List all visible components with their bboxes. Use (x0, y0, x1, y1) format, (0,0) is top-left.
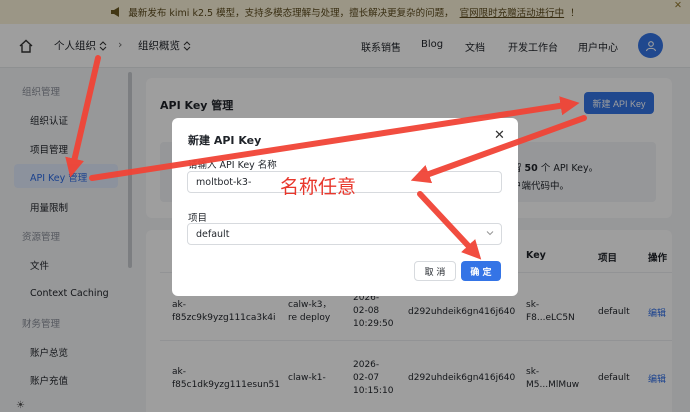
annotation-label: 名称任意 (280, 176, 357, 198)
close-icon[interactable]: ✕ (494, 128, 505, 143)
confirm-button[interactable]: 确 定 (461, 261, 501, 281)
dialog-title: 新建 API Key (188, 134, 262, 147)
name-field-label: 请输入 API Key 名称 (188, 160, 277, 171)
project-select[interactable]: default (187, 223, 502, 245)
project-field-label: 项目 (188, 213, 208, 224)
chevron-down-icon (486, 231, 494, 236)
cancel-button[interactable]: 取 消 (414, 261, 456, 281)
banner-close-icon[interactable]: ✕ (674, 0, 682, 11)
